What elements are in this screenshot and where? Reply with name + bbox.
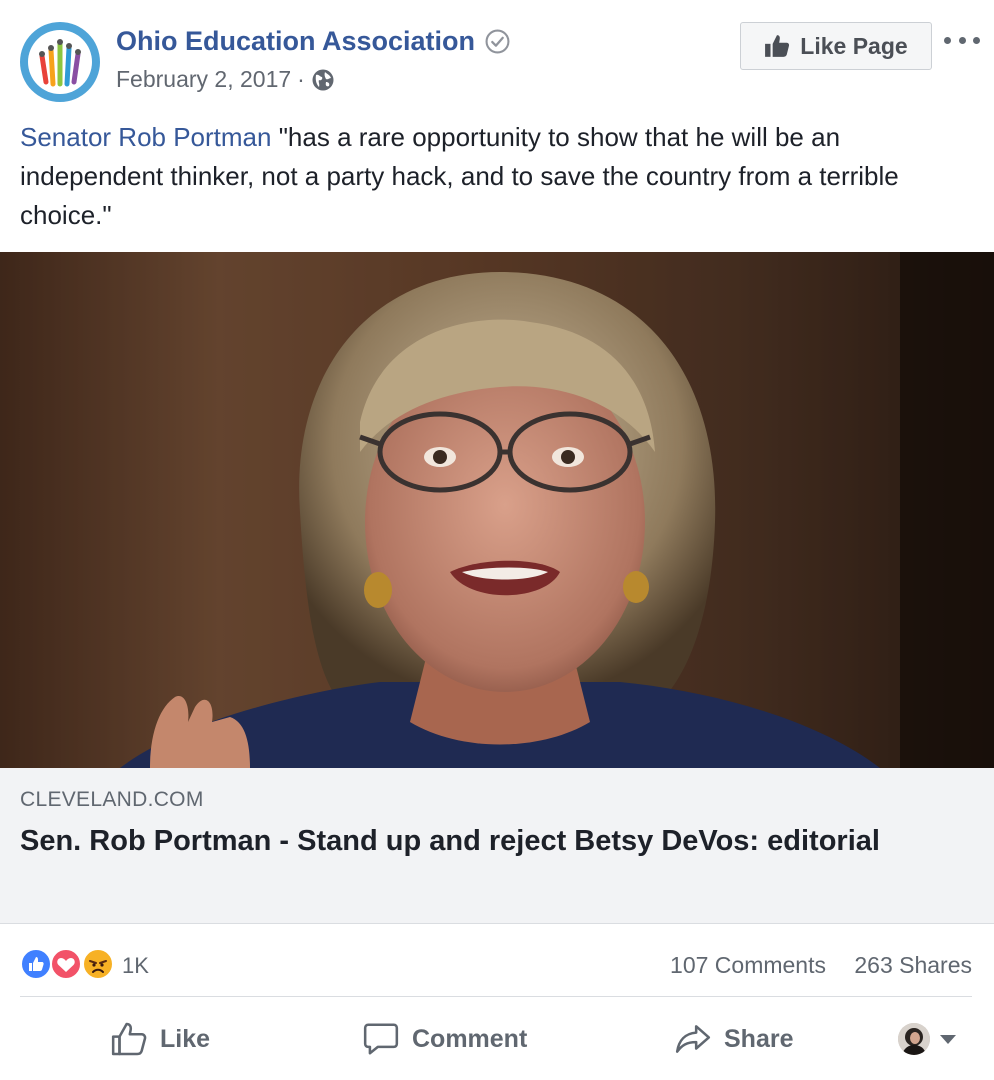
link-card[interactable]: CLEVELAND.COM Sen. Rob Portman - Stand u… (0, 768, 994, 924)
meta-separator: · (297, 66, 305, 92)
user-avatar (898, 1023, 930, 1055)
page-name-link[interactable]: Ohio Education Association (116, 26, 475, 57)
comments-count[interactable]: 107 Comments (670, 952, 826, 979)
like-label: Like (160, 1024, 211, 1053)
like-button[interactable]: Like (110, 1014, 210, 1064)
comment-button[interactable]: Comment (362, 1014, 527, 1064)
post-date[interactable]: February 2, 2017 (116, 66, 291, 93)
like-page-button[interactable]: Like Page (740, 22, 932, 70)
link-preview-image[interactable] (0, 252, 994, 768)
comment-label: Comment (412, 1024, 528, 1053)
shares-count[interactable]: 263 Shares (854, 952, 972, 979)
thumbs-up-icon (765, 35, 790, 57)
engagement-bar: 1K 107 Comments 263 Shares (20, 944, 972, 984)
dropdown-caret-icon (940, 1034, 956, 1044)
divider (20, 996, 972, 997)
photo-of-woman-speaking (0, 252, 994, 768)
post-meta: February 2, 2017 · (116, 66, 335, 93)
page-avatar[interactable] (20, 22, 100, 102)
more-options-icon[interactable] (944, 30, 980, 50)
oea-logo (28, 30, 92, 94)
post-text: Senator Rob Portman "has a rare opportun… (20, 118, 975, 235)
like-page-label: Like Page (800, 32, 908, 59)
reaction-count[interactable]: 1K (122, 953, 149, 979)
link-title: Sen. Rob Portman - Stand up and reject B… (20, 825, 880, 857)
link-domain: CLEVELAND.COM (20, 788, 204, 811)
globe-icon[interactable] (311, 68, 335, 92)
mention-link[interactable]: Senator Rob Portman (20, 122, 271, 152)
angry-reaction-icon (82, 948, 114, 980)
share-label: Share (724, 1024, 794, 1053)
post-as-selector[interactable] (898, 1022, 958, 1056)
thumbs-up-outline-icon (111, 1022, 147, 1056)
share-arrow-icon (675, 1025, 711, 1053)
page-name-row: Ohio Education Association (116, 26, 510, 57)
comment-bubble-icon (363, 1023, 399, 1055)
verified-icon (485, 29, 510, 54)
share-button[interactable]: Share (674, 1014, 793, 1064)
reactions-summary[interactable] (20, 947, 120, 981)
